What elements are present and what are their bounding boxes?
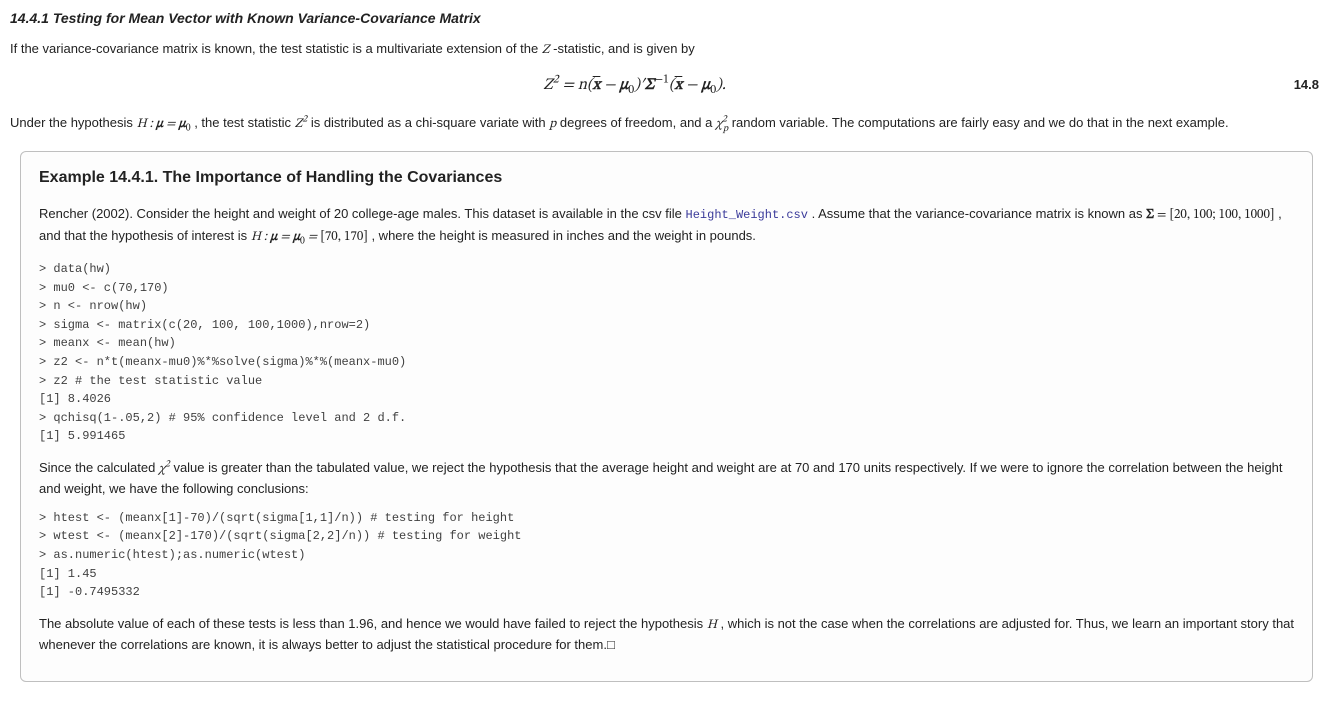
ex-p2b: value is greater than the tabulated valu…: [39, 460, 1283, 497]
hypothesis-H2: H: [707, 619, 717, 632]
section-heading: 14.4.1 Testing for Mean Vector with Know…: [10, 8, 1323, 29]
section-number: 14.4.1: [10, 10, 49, 26]
under-t1: Under the hypothesis: [10, 115, 136, 130]
csv-filename: Height_Weight.csv: [686, 208, 808, 222]
example-p3: The absolute value of each of these test…: [39, 614, 1294, 655]
eq-lhs-sup: 2: [553, 74, 559, 86]
example-title: Example 14.4.1. The Importance of Handli…: [39, 166, 1294, 190]
example-p1: Rencher (2002). Consider the height and …: [39, 204, 1294, 250]
equation-row: Z2 = n(x − μ0)′Σ−1(x − μ0). 14.8: [10, 71, 1323, 100]
intro-paragraph: If the variance-covariance matrix is kno…: [10, 39, 1323, 61]
ex-p3a: The absolute value of each of these test…: [39, 616, 707, 631]
z2-symbol: Z2: [295, 118, 308, 131]
ex-p1a: Rencher (2002). Consider the height and …: [39, 206, 686, 221]
ex-p1b: . Assume that the variance-covariance ma…: [812, 206, 1147, 221]
example-box: Example 14.4.1. The Importance of Handli…: [20, 151, 1313, 682]
ex-p1d: , where the height is measured in inches…: [371, 228, 755, 243]
under-t3: is distributed as a chi-square variate w…: [311, 115, 549, 130]
code-block-1: > data(hw) > mu0 <- c(70,170) > n <- nro…: [39, 260, 1294, 446]
sigma-matrix: Σ = [20, 100; 100, 1000]: [1146, 209, 1274, 222]
hypothesis-full: H : μ = μ0 = [70, 170]: [251, 231, 368, 244]
eq-lhs: Z: [543, 77, 553, 93]
under-t2: , the test statistic: [194, 115, 294, 130]
chi2p-symbol: χ2p: [716, 118, 728, 131]
intro-post: -statistic, and is given by: [553, 41, 695, 56]
under-t4: degrees of freedom, and a: [560, 115, 716, 130]
intro-pre: If the variance-covariance matrix is kno…: [10, 41, 542, 56]
under-t5: random variable. The computations are fa…: [732, 115, 1229, 130]
chi2-symbol: χ2: [159, 463, 170, 476]
equation-number: 14.8: [1259, 75, 1323, 95]
under-hypothesis-paragraph: Under the hypothesis H : μ = μ0 , the te…: [10, 113, 1323, 137]
code-block-2: > htest <- (meanx[1]-70)/(sqrt(sigma[1,1…: [39, 509, 1294, 602]
z-symbol: Z: [542, 44, 550, 57]
equation-body: Z2 = n(x − μ0)′Σ−1(x − μ0).: [10, 71, 1259, 100]
ex-p2a: Since the calculated: [39, 460, 159, 475]
example-p2: Since the calculated χ2 value is greater…: [39, 458, 1294, 499]
p-symbol: p: [549, 118, 556, 131]
hypothesis-H: H : μ = μ0: [136, 118, 190, 131]
section-title-text: Testing for Mean Vector with Known Varia…: [53, 10, 481, 26]
